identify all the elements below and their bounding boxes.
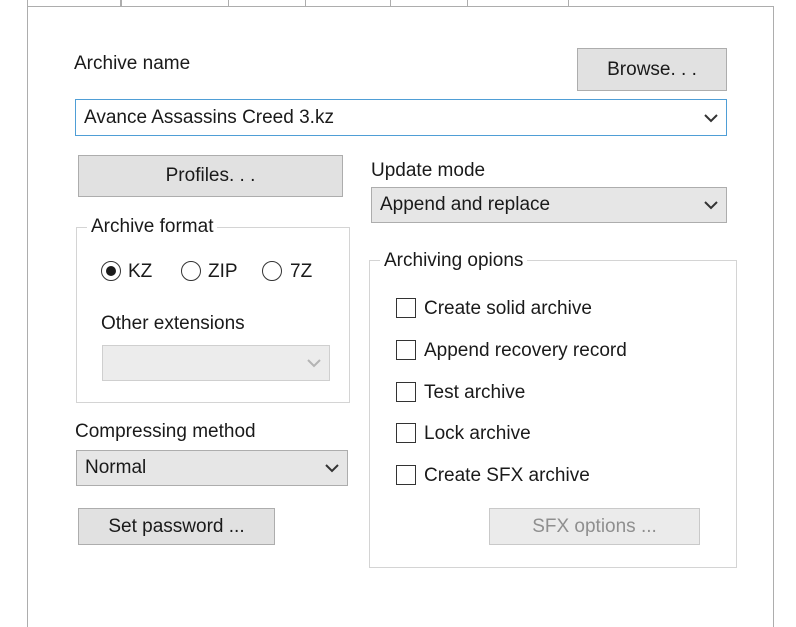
update-mode-label: Update mode (371, 160, 486, 181)
test-archive-label: Test archive (424, 382, 526, 403)
archive-format-title: Archive format (87, 216, 218, 238)
other-extensions-combobox[interactable] (102, 345, 330, 381)
test-archive-checkbox[interactable] (396, 382, 416, 402)
archive-name-combobox[interactable]: Avance Assassins Creed 3.kz (75, 99, 727, 136)
sfx-options-button[interactable]: SFX options ... (489, 508, 700, 545)
chevron-down-icon[interactable] (325, 463, 339, 473)
browse-button[interactable]: Browse. . . (577, 48, 727, 91)
radio-7z-label: 7Z (290, 261, 313, 282)
compressing-method-label: Compressing method (75, 421, 256, 442)
archiving-options-title: Archiving opions (380, 250, 528, 272)
chevron-down-icon[interactable] (704, 113, 718, 123)
lock-archive-label: Lock archive (424, 423, 531, 444)
update-mode-combobox[interactable]: Append and replace (371, 187, 727, 223)
radio-zip[interactable] (181, 261, 201, 281)
radio-zip-label: ZIP (208, 261, 238, 282)
create-sfx-archive-label: Create SFX archive (424, 465, 590, 486)
create-solid-archive-label: Create solid archive (424, 298, 592, 319)
radio-kz[interactable] (101, 261, 121, 281)
lock-archive-checkbox[interactable] (396, 423, 416, 443)
profiles-button[interactable]: Profiles. . . (78, 155, 343, 197)
chevron-down-icon[interactable] (704, 200, 718, 210)
set-password-button[interactable]: Set password ... (78, 508, 275, 545)
chevron-down-icon[interactable] (307, 358, 321, 368)
archive-name-label: Archive name (74, 53, 191, 74)
append-recovery-record-checkbox[interactable] (396, 340, 416, 360)
create-solid-archive-checkbox[interactable] (396, 298, 416, 318)
radio-7z[interactable] (262, 261, 282, 281)
compressing-method-combobox[interactable]: Normal (76, 450, 348, 486)
create-sfx-archive-checkbox[interactable] (396, 465, 416, 485)
append-recovery-record-label: Append recovery record (424, 340, 627, 361)
other-extensions-label: Other extensions (101, 313, 245, 334)
radio-kz-label: KZ (128, 261, 153, 282)
archive-name-value: Avance Assassins Creed 3.kz (84, 106, 334, 128)
update-mode-value: Append and replace (380, 194, 551, 215)
compressing-method-value: Normal (85, 457, 147, 478)
